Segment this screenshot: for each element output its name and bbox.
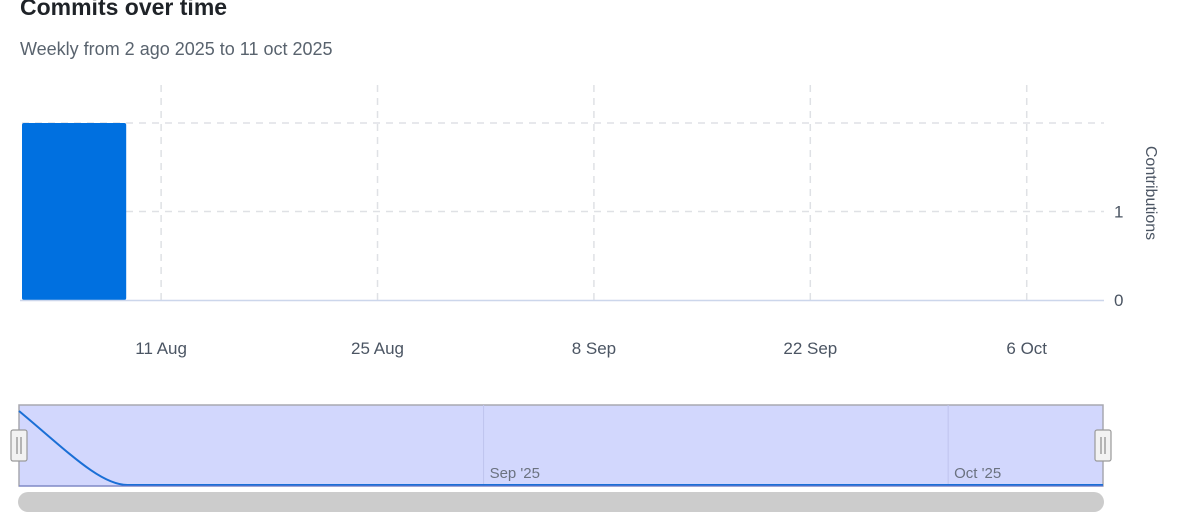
y-axis-ticks: 01 — [1114, 203, 1123, 311]
x-tick-label: 6 Oct — [1006, 339, 1047, 358]
navigator-label: Sep '25 — [490, 465, 540, 482]
y-tick-label: 1 — [1114, 203, 1123, 222]
x-tick-label: 11 Aug — [135, 339, 187, 358]
commits-chart: 11 Aug 25 Aug 8 Sep 22 Sep 6 Oct 01 Contribu… — [10, 85, 1159, 512]
bar[interactable] — [22, 123, 127, 300]
navigator-selection[interactable] — [18, 404, 1104, 487]
navigator-right-handle[interactable] — [1094, 429, 1112, 462]
y-axis-label: Contributions — [1142, 146, 1159, 240]
navigator-left-handle[interactable] — [10, 429, 28, 462]
bars — [22, 123, 127, 300]
range-navigator[interactable]: Sep '25 Oct '25 — [10, 404, 1112, 512]
x-tick-label: 8 Sep — [572, 339, 616, 358]
navigator-label: Oct '25 — [954, 465, 1001, 482]
x-axis-ticks: 11 Aug 25 Aug 8 Sep 22 Sep 6 Oct — [135, 339, 1047, 358]
x-tick-label: 25 Aug — [351, 339, 404, 358]
x-tick-label: 22 Sep — [783, 339, 837, 358]
handle-body[interactable] — [10, 429, 28, 462]
y-tick-label: 0 — [1114, 291, 1123, 310]
handle-body[interactable] — [1094, 429, 1112, 462]
grid-lines — [22, 85, 1104, 300]
navigator-scrollbar[interactable] — [18, 492, 1104, 512]
